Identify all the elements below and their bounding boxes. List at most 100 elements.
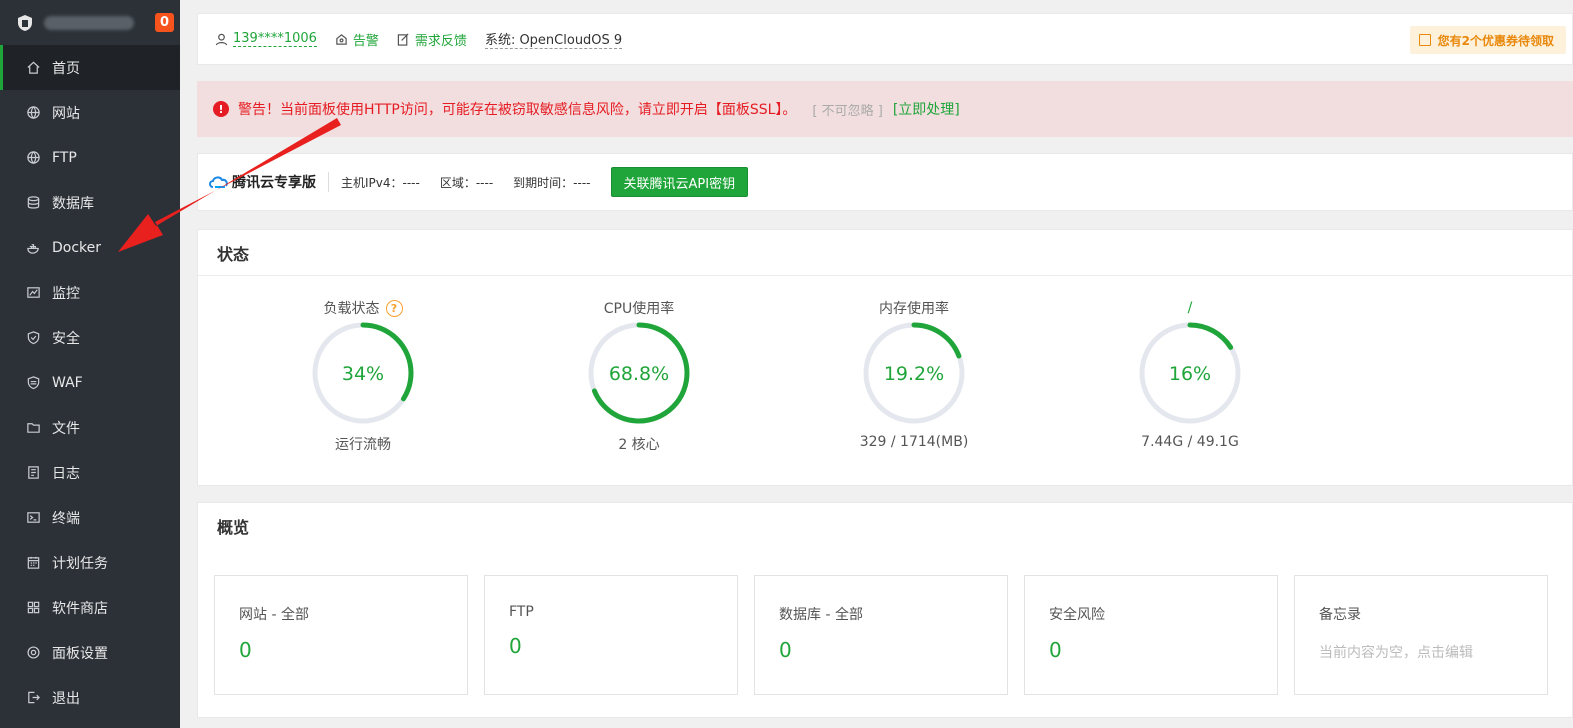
sidebar-item-10[interactable]: 终端 (0, 495, 180, 540)
sidebar-item-8[interactable]: 文件 (0, 405, 180, 450)
overview-card[interactable]: 安全风险 0 (1024, 575, 1278, 695)
panel-logo-icon (18, 14, 32, 31)
notification-badge[interactable]: 0 (155, 13, 174, 32)
sidebar-item-label: 退出 (52, 690, 80, 707)
system-label: 系统: OpenCloudOS 9 (484, 29, 623, 49)
sidebar-item-6[interactable]: 安全 (0, 315, 180, 360)
gauge-value: 68.8% (609, 363, 669, 385)
coupon-button[interactable]: 您有2个优惠券待领取 (1409, 26, 1566, 54)
sidebar-item-3[interactable]: 数据库 (0, 180, 180, 225)
gauge-detail: 2 核心 (618, 437, 660, 453)
overview-card[interactable]: 备忘录 当前内容为空，点击编辑 (1294, 575, 1548, 695)
sidebar-item-4[interactable]: Docker (0, 225, 180, 270)
card-count[interactable]: 0 (779, 638, 983, 662)
sidebar: 0 首页网站 FTP 数据库 Docker 监控安全 WAF 文件日志终端计划任务 软件商店面… (0, 0, 180, 728)
feedback-edit-icon (397, 33, 409, 46)
sidebar-item-label: Docker (52, 239, 102, 256)
sidebar-header: 0 (0, 0, 180, 45)
sidebar-item-9[interactable]: 日志 (0, 450, 180, 495)
sidebar-item-12[interactable]: 软件商店 (0, 585, 180, 630)
feedback-link[interactable]: 需求反馈 (397, 30, 467, 49)
sidebar-item-label: 终端 (52, 510, 80, 527)
server-hostname-blurred (44, 15, 134, 30)
app-grid-icon (25, 600, 41, 616)
log-icon (25, 465, 41, 481)
sidebar-item-label: 安全 (52, 330, 80, 347)
card-title: FTP (509, 604, 534, 620)
sidebar-item-14[interactable]: 退出 (0, 675, 180, 720)
gauge-label: 内存使用率 (834, 298, 994, 318)
terminal-icon (25, 510, 41, 526)
user-account[interactable]: 139****1006 (215, 31, 317, 47)
warning-fix-link[interactable]: [立即处理] (893, 99, 960, 119)
shield-icon (25, 330, 41, 346)
card-title: 数据库 - 全部 (779, 607, 863, 623)
tencent-cloud-bar: 腾讯云专享版 主机IPv4：---- 区域：---- 到期时间：---- 关联腾… (197, 153, 1573, 211)
card-count[interactable]: 0 (239, 638, 443, 662)
help-icon[interactable]: ? (385, 299, 403, 317)
alert-label[interactable]: 告警 (353, 30, 379, 49)
warning-exclamation-icon: ! (213, 101, 229, 117)
sidebar-item-2[interactable]: FTP (0, 135, 180, 180)
sidebar-item-label: FTP (52, 149, 77, 166)
sidebar-item-label: 数据库 (52, 195, 94, 212)
overview-title: 概览 (217, 518, 250, 537)
card-title: 安全风险 (1049, 607, 1105, 623)
sidebar-item-label: 文件 (52, 420, 80, 437)
waf-shield-icon (25, 375, 41, 391)
warning-text: 警告！当前面板使用HTTP访问，可能存在被窃取敏感信息风险，请立即开启【面板SS… (238, 102, 797, 118)
logout-icon (25, 690, 41, 706)
gauge-value: 34% (342, 363, 384, 385)
sidebar-item-11[interactable]: 计划任务 (0, 540, 180, 585)
user-phone[interactable]: 139****1006 (233, 31, 317, 47)
docker-icon (25, 240, 41, 256)
folder-icon (25, 420, 41, 436)
sidebar-item-7[interactable]: WAF (0, 360, 180, 405)
status-gauge[interactable]: 内存使用率 19.2% 329 / 1714(MB) (834, 298, 994, 450)
gauge-title: CPU使用率 (603, 301, 675, 317)
calendar-icon (25, 555, 41, 571)
sidebar-item-13[interactable]: 面板设置 (0, 630, 180, 675)
sidebar-item-label: 日志 (52, 465, 80, 482)
gauge-detail: 329 / 1714(MB) (859, 434, 969, 450)
sidebar-item-label: 网站 (52, 105, 80, 122)
feedback-label[interactable]: 需求反馈 (415, 30, 467, 49)
sidebar-item-5[interactable]: 监控 (0, 270, 180, 315)
gauge-detail: 运行流畅 (335, 437, 391, 453)
sidebar-item-label: WAF (52, 374, 83, 391)
ftp-globe-icon (25, 150, 41, 166)
card-count[interactable]: 0 (509, 634, 713, 658)
sidebar-item-1[interactable]: 网站 (0, 90, 180, 135)
overview-card[interactable]: FTP 0 (484, 575, 738, 695)
sidebar-item-label: 首页 (52, 60, 80, 77)
status-gauge[interactable]: 负载状态? 34% 运行流畅 (283, 298, 443, 454)
overview-panel: 概览 网站 - 全部 0 FTP 0 数据库 - 全部 0 安全风险 0 备忘录 当前内容为空，点… (197, 502, 1573, 718)
database-icon (25, 195, 41, 211)
memo-placeholder[interactable]: 当前内容为空，点击编辑 (1319, 642, 1523, 662)
cloud-edition-title: 腾讯云专享版 (232, 172, 329, 192)
overview-card[interactable]: 数据库 - 全部 0 (754, 575, 1008, 695)
alert-link[interactable]: 告警 (335, 30, 379, 49)
card-count[interactable]: 0 (1049, 638, 1253, 662)
monitor-chart-icon (25, 285, 41, 301)
gauge-value: 19.2% (884, 363, 944, 385)
sidebar-item-label: 面板设置 (52, 645, 108, 662)
status-gauge[interactable]: CPU使用率 68.8% 2 核心 (559, 298, 719, 454)
gauge-ring: 19.2% (863, 322, 965, 424)
gauge-ring: 68.8% (588, 322, 690, 424)
link-api-key-button[interactable]: 关联腾讯云API密钥 (610, 167, 749, 197)
sidebar-item-label: 监控 (52, 285, 80, 302)
gauge-title: 内存使用率 (879, 301, 949, 317)
status-gauge[interactable]: / 16% 7.44G / 49.1G (1110, 298, 1270, 450)
main-content: 139****1006 告警 需求反馈 系统: OpenCloudOS 9 您有… (180, 0, 1573, 728)
warning-ignore-label: [ 不可忽略 ] (812, 103, 883, 119)
tencent-cloud-logo-icon (209, 176, 228, 188)
ssl-warning-banner: ! 警告！当前面板使用HTTP访问，可能存在被窃取敏感信息风险，请立即开启【面板… (197, 81, 1573, 137)
overview-card[interactable]: 网站 - 全部 0 (214, 575, 468, 695)
gift-icon (1418, 34, 1431, 46)
sidebar-item-0[interactable]: 首页 (0, 45, 180, 90)
user-icon (215, 33, 228, 45)
gauge-detail: 7.44G / 49.1G (1141, 434, 1239, 450)
host-ipv4: 主机IPv4：---- (341, 175, 420, 190)
home-icon (25, 60, 41, 76)
